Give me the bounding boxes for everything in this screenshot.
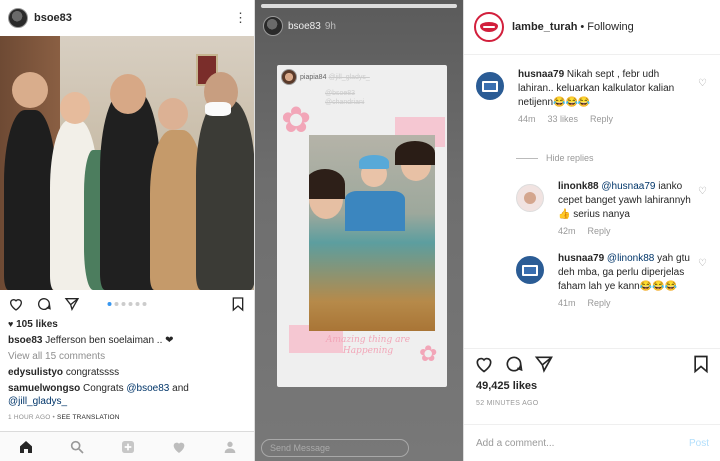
- comment-likes[interactable]: 33 likes: [548, 114, 579, 124]
- reply-button[interactable]: Reply: [590, 114, 613, 124]
- card-tag: @bsoe83: [325, 90, 356, 97]
- comment-reply: linonk88 @husnaa79 ianko cepet banget ya…: [516, 180, 709, 236]
- comment-icon[interactable]: [504, 354, 524, 374]
- avatar[interactable]: [8, 8, 28, 28]
- new-post-icon[interactable]: [120, 439, 136, 455]
- profile-icon[interactable]: [222, 439, 238, 455]
- hospital-photo[interactable]: [309, 135, 435, 331]
- post-actions: [0, 290, 254, 318]
- reply-button[interactable]: Reply: [588, 226, 611, 236]
- avatar[interactable]: [516, 256, 544, 284]
- heart-icon[interactable]: [8, 296, 24, 312]
- likes-count[interactable]: 49,425 likes: [476, 380, 537, 392]
- envelope-icon: [482, 80, 498, 92]
- comment-time: 44m: [518, 114, 536, 124]
- comment-user[interactable]: edysulistyo: [8, 367, 63, 378]
- activity-heart-icon[interactable]: [171, 439, 187, 455]
- search-icon[interactable]: [69, 439, 85, 455]
- flower-icon: ✿: [419, 341, 438, 366]
- story-reply-bar: Send Message: [255, 435, 463, 461]
- heart-small-icon: ♥: [8, 319, 14, 329]
- carousel-dots: [107, 302, 147, 306]
- share-icon[interactable]: [534, 354, 554, 374]
- post-time: 52 MINUTES AGO: [476, 400, 539, 407]
- bookmark-icon[interactable]: [230, 296, 246, 312]
- hide-replies-link[interactable]: Hide replies: [516, 153, 594, 163]
- left-post-panel: bsoe83 ⋮ ♥ 105 likes bsoe83 Jefferson be…: [0, 0, 255, 461]
- post-header: bsoe83 ⋮: [0, 0, 254, 36]
- carousel-dot: [114, 302, 119, 306]
- comment-time: 41m: [558, 298, 576, 308]
- like-comment-icon[interactable]: ♡: [698, 186, 707, 197]
- mention-link[interactable]: @bsoe83: [126, 383, 169, 394]
- post-actions: [464, 348, 720, 378]
- carousel-dot: [107, 302, 112, 306]
- post-photo[interactable]: [0, 36, 254, 290]
- post-time: 1 HOUR AGO: [8, 414, 51, 421]
- carousel-dot: [135, 302, 140, 306]
- likes-count[interactable]: 105 likes: [16, 319, 58, 330]
- comment-time: 42m: [558, 226, 576, 236]
- envelope-icon: [522, 264, 538, 276]
- comment-item: husnaa79 Nikah sept , febr udh lahiran..…: [476, 68, 709, 124]
- avatar[interactable]: [476, 72, 504, 100]
- add-comment-bar: Add a comment... Post: [464, 424, 720, 461]
- story-progress-bar: [261, 4, 457, 8]
- caption-user[interactable]: bsoe83: [8, 335, 42, 346]
- comments-header: lambe_turah • Following: [464, 0, 720, 55]
- like-comment-icon[interactable]: ♡: [698, 78, 707, 89]
- post-details: ♥ 105 likes bsoe83 Jefferson ben soelaim…: [0, 318, 254, 424]
- avatar[interactable]: [474, 12, 504, 42]
- post-username[interactable]: bsoe83: [34, 12, 72, 24]
- caption-text: Jefferson ben soelaiman .. ❤: [45, 335, 174, 346]
- heart-icon[interactable]: [474, 354, 494, 374]
- mention-link[interactable]: @linonk88: [607, 253, 654, 264]
- home-icon[interactable]: [18, 439, 34, 455]
- bookmark-icon[interactable]: [691, 354, 711, 374]
- avatar: [281, 69, 297, 85]
- bottom-nav: [0, 431, 254, 461]
- comment-user[interactable]: samuelwongso: [8, 383, 80, 394]
- comment-icon[interactable]: [36, 296, 52, 312]
- comment-text: Congrats: [83, 383, 127, 394]
- avatar[interactable]: [516, 184, 544, 212]
- flower-icon: ✿: [281, 99, 312, 140]
- comment-reply: husnaa79 @linonk88 yah gtu deh mba, ga p…: [516, 252, 709, 308]
- card-tag: @jill_gladys_: [328, 73, 370, 81]
- card-username: piapia84: [300, 73, 327, 81]
- reply-button[interactable]: Reply: [588, 298, 611, 308]
- comment-text: congratssss: [65, 367, 120, 378]
- post-button[interactable]: Post: [689, 438, 709, 449]
- carousel-dot: [121, 302, 126, 306]
- reposted-story-card: piapia84 @jill_gladys_ @bsoe83 @chandria…: [277, 65, 447, 387]
- comment-user[interactable]: husnaa79: [558, 253, 604, 264]
- more-options-icon[interactable]: ⋮: [234, 10, 247, 26]
- lips-icon: [480, 22, 498, 32]
- mention-link[interactable]: @jill_gladys_: [8, 396, 67, 407]
- following-button[interactable]: Following: [587, 21, 633, 33]
- carousel-dot: [142, 302, 147, 306]
- send-message-input[interactable]: Send Message: [261, 439, 409, 457]
- like-comment-icon[interactable]: ♡: [698, 258, 707, 269]
- comment-list: husnaa79 Nikah sept , febr udh lahiran..…: [464, 56, 720, 346]
- story-header: bsoe83 9h: [255, 12, 463, 40]
- share-icon[interactable]: [64, 296, 80, 312]
- avatar[interactable]: [263, 16, 283, 36]
- carousel-dot: [128, 302, 133, 306]
- story-quote: Amazing thing are Happening: [325, 335, 411, 356]
- comment-user[interactable]: husnaa79: [518, 69, 564, 80]
- view-comments-link[interactable]: View all 15 comments: [8, 350, 246, 363]
- add-comment-input[interactable]: Add a comment...: [476, 438, 554, 449]
- account-username[interactable]: lambe_turah: [512, 21, 577, 33]
- story-time: 9h: [324, 20, 336, 32]
- mention-link[interactable]: @husnaa79: [601, 181, 655, 192]
- see-translation-link[interactable]: SEE TRANSLATION: [57, 414, 120, 421]
- story-username[interactable]: bsoe83: [288, 21, 321, 32]
- comments-panel: lambe_turah • Following husnaa79 Nikah s…: [463, 0, 720, 461]
- comment-text: and: [169, 383, 189, 394]
- story-panel: bsoe83 9h piapia84 @jill_gladys_ @bsoe83…: [255, 0, 463, 461]
- comment-user[interactable]: linonk88: [558, 181, 599, 192]
